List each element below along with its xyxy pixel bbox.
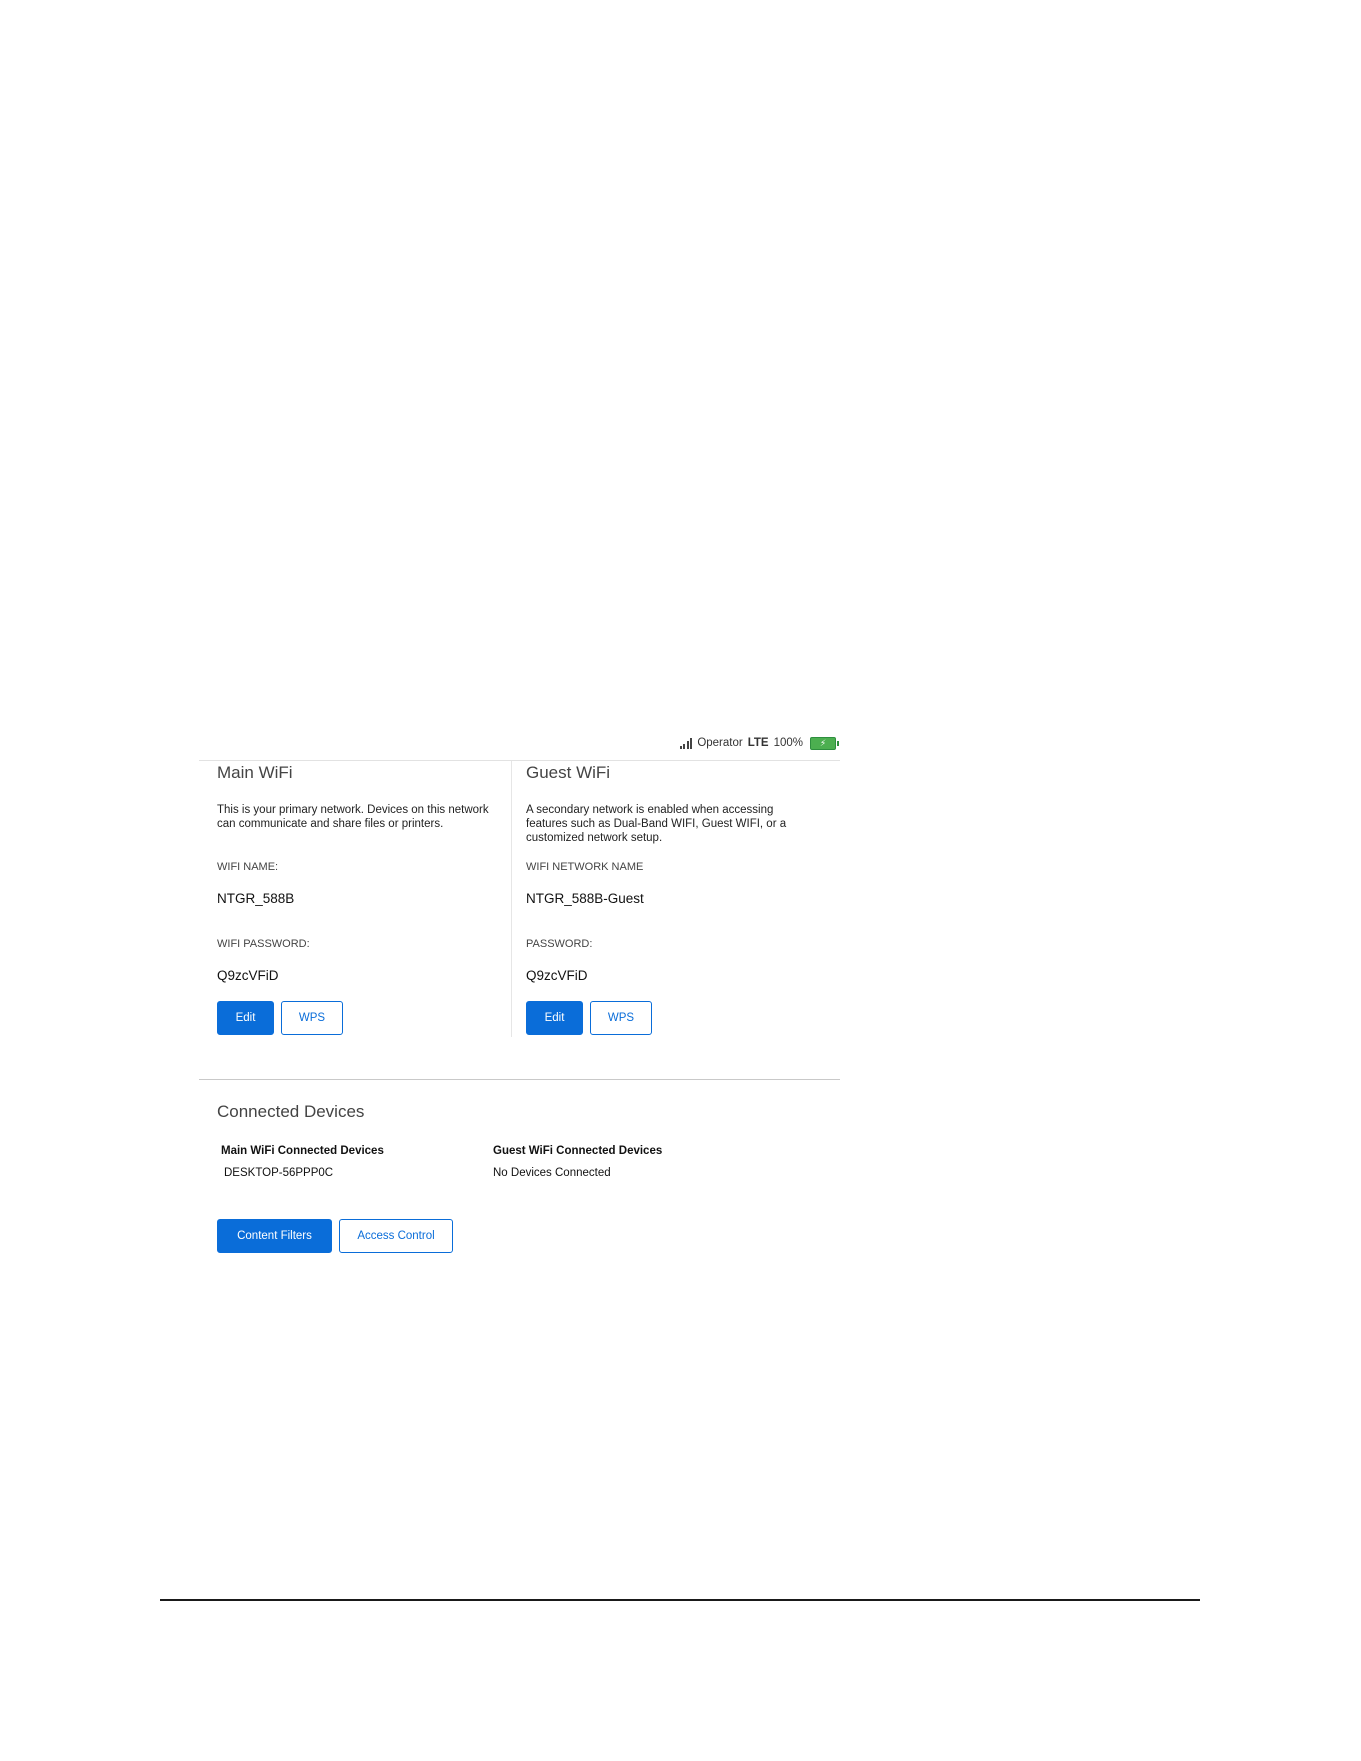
guest-wifi-edit-button[interactable]: Edit [526, 1001, 583, 1035]
main-wifi-name-value: NTGR_588B [217, 891, 295, 906]
router-dashboard-screenshot: Operator LTE 100% ⚡ Main WiFi This is yo… [199, 727, 840, 1257]
section-divider [199, 1079, 840, 1080]
main-wifi-title: Main WiFi [217, 763, 293, 782]
signal-icon [679, 737, 693, 749]
battery-icon: ⚡ [810, 736, 839, 750]
connected-devices-title: Connected Devices [217, 1102, 365, 1121]
access-control-button[interactable]: Access Control [339, 1219, 453, 1253]
guest-wifi-wps-button[interactable]: WPS [590, 1001, 652, 1035]
main-devices-column: Main WiFi Connected Devices DESKTOP-56PP… [221, 1145, 384, 1179]
guest-wifi-name-value: NTGR_588B-Guest [526, 891, 644, 906]
content-filters-button[interactable]: Content Filters [217, 1219, 332, 1253]
device-actions: Content Filters Access Control [217, 1219, 453, 1253]
header-divider [199, 760, 840, 761]
main-wifi-description: This is your primary network. Devices on… [217, 804, 489, 830]
guest-wifi-actions: Edit WPS [526, 1001, 652, 1035]
main-wifi-actions: Edit WPS [217, 1001, 343, 1035]
guest-devices-column: Guest WiFi Connected Devices No Devices … [493, 1145, 662, 1179]
footer-divider [160, 1599, 1200, 1601]
battery-percent: 100% [773, 737, 803, 749]
main-devices-header: Main WiFi Connected Devices [221, 1145, 384, 1157]
guest-wifi-title: Guest WiFi [526, 763, 611, 782]
status-bar: Operator LTE 100% ⚡ [679, 735, 839, 751]
main-wifi-name-label: WIFI NAME: [217, 861, 279, 873]
list-item: DESKTOP-56PPP0C [224, 1167, 334, 1179]
column-divider [511, 761, 512, 1037]
list-item: No Devices Connected [493, 1167, 611, 1179]
main-wifi-password-value: Q9zcVFiD [217, 968, 279, 983]
carrier-name: Operator [697, 737, 743, 749]
guest-wifi-password-label: PASSWORD: [526, 938, 593, 950]
guest-wifi-description: A secondary network is enabled when acce… [526, 804, 787, 844]
main-wifi-wps-button[interactable]: WPS [281, 1001, 343, 1035]
guest-devices-header: Guest WiFi Connected Devices [493, 1145, 663, 1157]
main-wifi-edit-button[interactable]: Edit [217, 1001, 274, 1035]
main-wifi-password-label: WIFI PASSWORD: [217, 938, 310, 950]
network-type: LTE [747, 737, 769, 749]
guest-wifi-name-label: WIFI NETWORK NAME [526, 861, 644, 873]
guest-wifi-password-value: Q9zcVFiD [526, 968, 588, 983]
